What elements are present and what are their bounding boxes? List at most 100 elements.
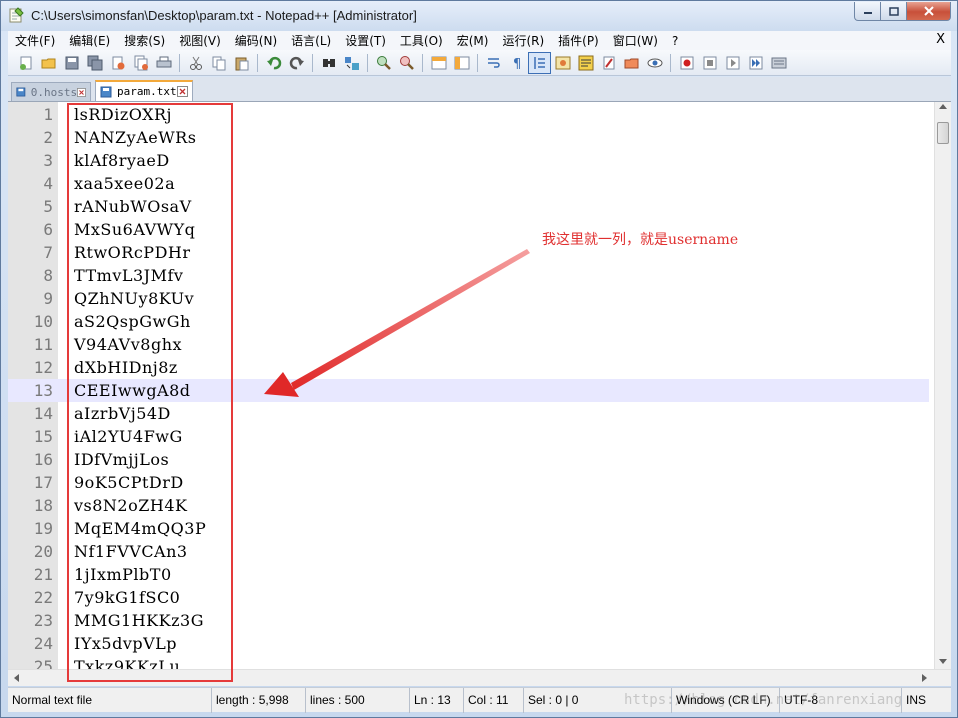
save-macro-button[interactable]: [767, 52, 790, 74]
window-title: C:\Users\simonsfan\Desktop\param.txt - N…: [31, 8, 417, 23]
tab-hosts[interactable]: 0.hosts: [11, 82, 91, 101]
menu-encoding[interactable]: 编码(N): [228, 32, 284, 49]
line-number: 10: [33, 312, 53, 331]
watermark-text: https://blog.csdn.net/fanrenxiang: [624, 692, 903, 708]
menu-file[interactable]: 文件(F): [8, 32, 62, 49]
run-macro-multiple-button[interactable]: [744, 52, 767, 74]
menu-settings[interactable]: 设置(T): [338, 32, 393, 49]
monitor-icon: [647, 58, 662, 67]
menu-search[interactable]: 搜索(S): [117, 32, 172, 49]
save-button[interactable]: [60, 52, 83, 74]
svg-text:¶: ¶: [513, 57, 521, 71]
new-file-button[interactable]: [14, 52, 37, 74]
title-bar[interactable]: C:\Users\simonsfan\Desktop\param.txt - N…: [1, 1, 957, 31]
menu-window[interactable]: 窗口(W): [606, 32, 665, 49]
minimize-button[interactable]: [854, 2, 881, 21]
menu-language[interactable]: 语言(L): [284, 32, 338, 49]
show-all-chars-button[interactable]: ¶: [505, 52, 528, 74]
paste-icon: [235, 57, 248, 70]
close-file-button[interactable]: [106, 52, 129, 74]
tab-param[interactable]: param.txt: [95, 80, 193, 101]
print-button[interactable]: [152, 52, 175, 74]
sync-vertical-button[interactable]: [427, 52, 450, 74]
line-number: 3: [43, 151, 53, 170]
menu-help[interactable]: ?: [665, 34, 685, 48]
notepad-app-icon: [9, 7, 24, 23]
user-lang-icon: [555, 56, 570, 69]
maximize-button[interactable]: [881, 2, 907, 21]
undo-icon: [266, 56, 281, 69]
line-number: 5: [43, 197, 53, 216]
open-file-icon: [41, 58, 55, 68]
print-icon: [156, 56, 171, 67]
user-lang-button[interactable]: [551, 52, 574, 74]
play-macro-button[interactable]: [721, 52, 744, 74]
line-number: 25: [33, 657, 53, 670]
line-number: 16: [33, 450, 53, 469]
close-window-button[interactable]: [907, 2, 951, 21]
redo-button[interactable]: [285, 52, 308, 74]
doc-map-icon: [578, 55, 593, 70]
line-number: 12: [33, 358, 53, 377]
zoom-in-button[interactable]: [372, 52, 395, 74]
close-all-button[interactable]: [129, 52, 152, 74]
annotation-text: 我这里就一列，就是username: [542, 232, 739, 248]
undo-button[interactable]: [262, 52, 285, 74]
menu-macro[interactable]: 宏(M): [450, 32, 496, 49]
paste-button[interactable]: [230, 52, 253, 74]
function-list-button[interactable]: [597, 52, 620, 74]
saved-file-icon: [16, 87, 26, 97]
folder-workspace-button[interactable]: [620, 52, 643, 74]
scroll-down-icon[interactable]: [939, 659, 947, 664]
close-icon: [112, 56, 124, 69]
record-macro-icon: [680, 56, 693, 69]
word-wrap-button[interactable]: [482, 52, 505, 74]
new-file-icon: [19, 56, 31, 70]
zoom-in-icon: [376, 55, 391, 70]
vertical-scrollbar[interactable]: [934, 102, 951, 670]
doc-map-button[interactable]: [574, 52, 597, 74]
line-number: 19: [33, 519, 53, 538]
zoom-out-icon: [399, 55, 414, 70]
play-macro-icon: [726, 56, 739, 69]
copy-button[interactable]: [207, 52, 230, 74]
scroll-up-icon[interactable]: [939, 104, 947, 109]
menu-run[interactable]: 运行(R): [495, 32, 551, 49]
open-file-button[interactable]: [37, 52, 60, 74]
find-button[interactable]: [317, 52, 340, 74]
save-macro-icon: [771, 57, 786, 68]
line-number: 8: [43, 266, 53, 285]
tab-close-icon[interactable]: [77, 87, 86, 98]
zoom-out-button[interactable]: [395, 52, 418, 74]
scrollbar-thumb[interactable]: [937, 122, 949, 144]
line-number: 17: [33, 473, 53, 492]
sync-vertical-icon: [431, 56, 446, 69]
scroll-right-icon[interactable]: [922, 674, 927, 682]
line-number: 7: [43, 243, 53, 262]
menu-plugins[interactable]: 插件(P): [551, 32, 606, 49]
menu-tools[interactable]: 工具(O): [393, 32, 450, 49]
tab-close-icon[interactable]: [177, 86, 188, 97]
replace-button[interactable]: [340, 52, 363, 74]
record-macro-button[interactable]: [675, 52, 698, 74]
close-document-button[interactable]: X: [936, 32, 945, 47]
find-icon: [322, 58, 335, 67]
status-mode[interactable]: INS: [902, 688, 951, 713]
sync-horizontal-button[interactable]: [450, 52, 473, 74]
monitor-button[interactable]: [643, 52, 666, 74]
saved-file-icon: [100, 86, 112, 97]
menu-edit[interactable]: 编辑(E): [62, 32, 117, 49]
cut-icon: [189, 56, 202, 70]
scroll-left-icon[interactable]: [14, 674, 19, 682]
cut-button[interactable]: [184, 52, 207, 74]
maximize-icon: [888, 6, 899, 16]
line-number: 11: [33, 335, 53, 354]
stop-record-button[interactable]: [698, 52, 721, 74]
minimize-icon: [863, 12, 872, 14]
status-lines: lines : 500: [306, 688, 410, 713]
save-all-button[interactable]: [83, 52, 106, 74]
line-number: 13: [33, 381, 53, 400]
indent-guide-button[interactable]: [528, 51, 551, 74]
line-number: 6: [43, 220, 53, 239]
menu-view[interactable]: 视图(V): [172, 32, 228, 49]
